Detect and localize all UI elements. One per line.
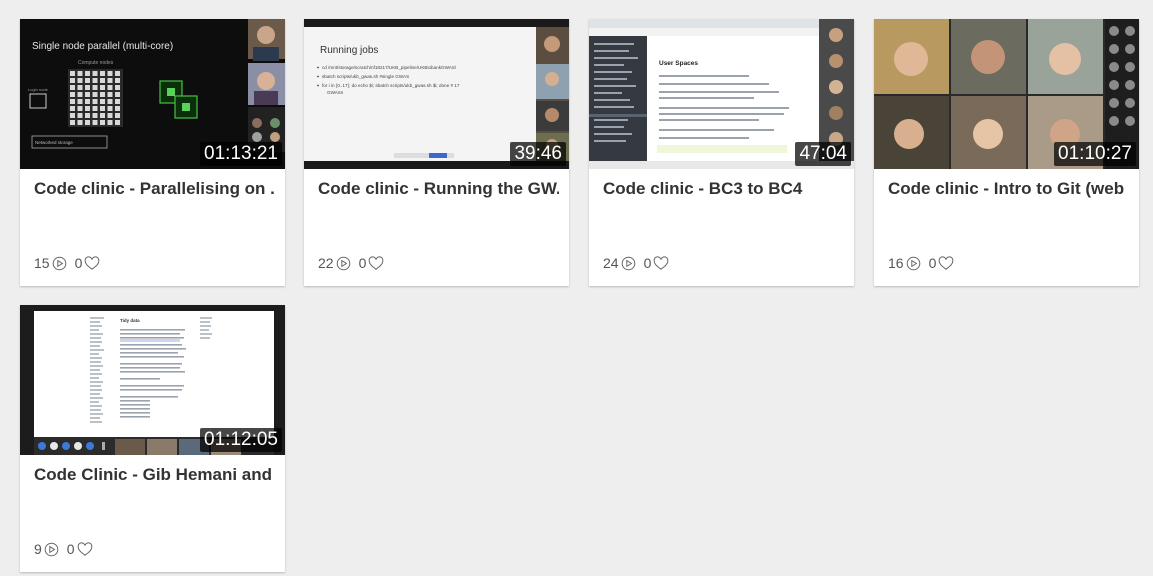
video-duration: 47:04	[795, 142, 851, 166]
video-stats: 22 0	[318, 255, 392, 271]
video-thumbnail[interactable]: Single node parallel (multi-core) Comput…	[20, 19, 285, 169]
like-count: 0	[928, 255, 937, 271]
svg-text:sbatch scripts/ukb_gwas.sh #si: sbatch scripts/ukb_gwas.sh #single GWAS	[322, 74, 409, 79]
video-thumbnail[interactable]: User Spaces 47:04	[589, 19, 854, 169]
view-count: 24	[603, 255, 619, 271]
video-stats: 15 0	[34, 255, 108, 271]
view-count: 9	[34, 541, 42, 557]
video-title[interactable]: Code Clinic - Gib Hemani and ...	[34, 465, 275, 485]
play-icon	[621, 256, 635, 270]
like-count: 0	[74, 255, 83, 271]
video-card[interactable]: 01:10:27 Code clinic - Intro to Git (web…	[874, 19, 1139, 286]
video-stats: 16 0	[888, 255, 962, 271]
heart-icon[interactable]	[368, 255, 384, 271]
svg-text:Login node: Login node	[28, 87, 49, 92]
slide-title: User Spaces	[659, 60, 698, 67]
view-count: 22	[318, 255, 334, 271]
view-count: 16	[888, 255, 904, 271]
svg-text:Networked storage: Networked storage	[35, 140, 73, 145]
video-title[interactable]: Code clinic - BC3 to BC4	[603, 179, 844, 199]
video-card[interactable]: Single node parallel (multi-core) Comput…	[20, 19, 285, 286]
video-duration: 01:10:27	[1054, 142, 1136, 166]
view-count: 15	[34, 255, 50, 271]
heart-icon[interactable]	[77, 541, 93, 557]
video-title[interactable]: Code clinic - Intro to Git (web ...	[888, 179, 1129, 199]
video-duration: 01:13:21	[200, 142, 282, 166]
svg-text:GWASs: GWASs	[327, 90, 344, 95]
slide-title: Single node parallel (multi-core)	[32, 41, 173, 52]
play-icon	[336, 256, 350, 270]
video-card[interactable]: Running jobs cd /mnt/storage/scratch/nf1…	[304, 19, 569, 286]
video-card[interactable]: Tidy data 01:12:05 Code Clinic - Gib Hem…	[20, 305, 285, 572]
video-stats: 9 0	[34, 541, 101, 557]
video-title[interactable]: Code clinic - Running the GW...	[318, 179, 559, 199]
play-icon	[52, 256, 66, 270]
like-count: 0	[66, 541, 75, 557]
svg-text:for i in {0..17}; do echo $i;: for i in {0..17}; do echo $i; sbatch scr…	[322, 83, 460, 88]
heart-icon[interactable]	[84, 255, 100, 271]
heart-icon[interactable]	[938, 255, 954, 271]
heart-icon[interactable]	[653, 255, 669, 271]
slide-title: Tidy data	[120, 318, 140, 323]
play-icon	[906, 256, 920, 270]
video-stats: 24 0	[603, 255, 677, 271]
video-duration: 39:46	[510, 142, 566, 166]
slide-title: Running jobs	[320, 45, 378, 56]
video-thumbnail[interactable]: 01:10:27	[874, 19, 1139, 169]
svg-text:cd /mnt/storage/scratch/nf1821: cd /mnt/storage/scratch/nf18217/UKB_pipe…	[322, 65, 457, 70]
video-thumbnail[interactable]: Running jobs cd /mnt/storage/scratch/nf1…	[304, 19, 569, 169]
like-count: 0	[358, 255, 367, 271]
svg-text:Compute nodes: Compute nodes	[78, 60, 114, 66]
video-title[interactable]: Code clinic - Parallelising on ...	[34, 179, 275, 199]
like-count: 0	[643, 255, 652, 271]
play-icon	[44, 542, 59, 556]
video-card[interactable]: User Spaces 47:04 Code clinic - BC3 to B…	[589, 19, 854, 286]
video-thumbnail[interactable]: Tidy data 01:12:05	[20, 305, 285, 455]
video-duration: 01:12:05	[200, 428, 282, 452]
